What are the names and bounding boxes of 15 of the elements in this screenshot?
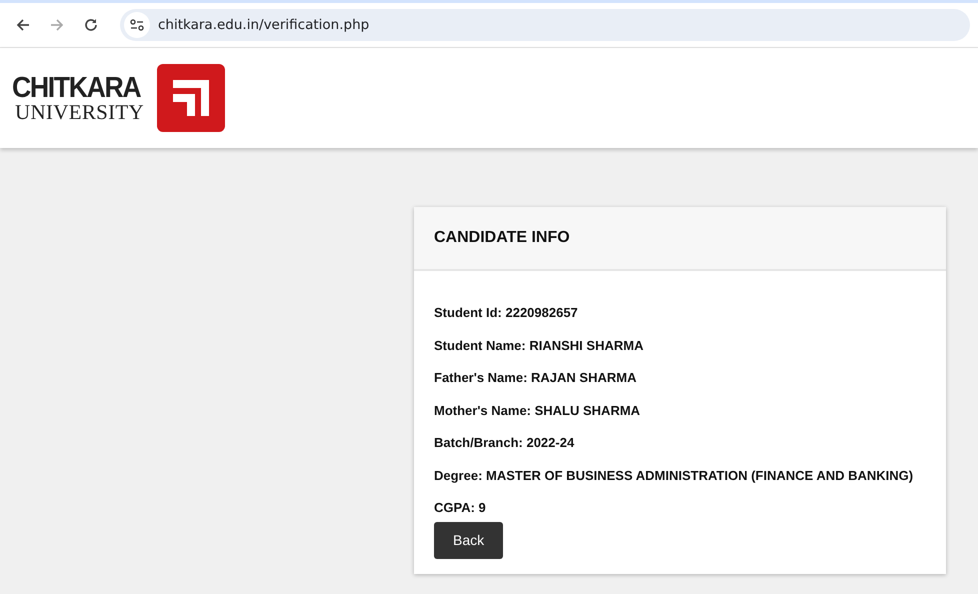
info-line: Degree: MASTER OF BUSINESS ADMINISTRATION (FINANCE AND BANKING) [434, 468, 914, 482]
logo-subtitle: UNIVERSITY [15, 102, 145, 122]
info-line: CGPA: 9 [434, 500, 487, 515]
info-line: Student Id: 2220982657 [434, 305, 579, 320]
info-line: Father's Name: RAJAN SHARMA [434, 370, 638, 385]
info-line: Batch/Branch: 2022-24 [434, 435, 576, 450]
info-line: Mother's Name: SHALU SHARMA [434, 402, 642, 418]
back-button[interactable]: Back [434, 522, 504, 559]
url-text: chitkara.edu.in/verification.php [158, 16, 370, 35]
logo-wordmark: CHITKARA [12, 74, 140, 102]
site-settings-icon[interactable] [124, 12, 150, 38]
card-title: CANDIDATE INFO [434, 228, 570, 248]
info-line: Student Name: RIANSHI SHARMA [434, 338, 644, 352]
logo-icon [157, 64, 226, 132]
address-bar[interactable]: chitkara.edu.in/verification.php [120, 9, 970, 41]
